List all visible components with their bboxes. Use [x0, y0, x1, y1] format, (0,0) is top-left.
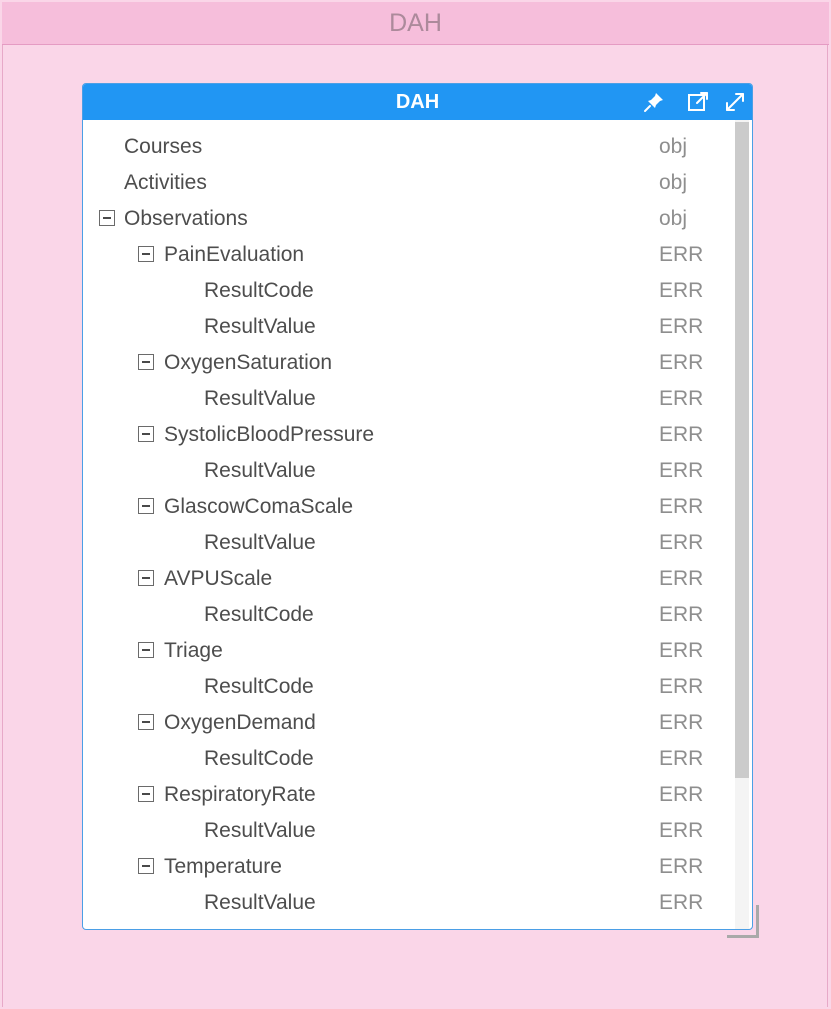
- collapse-icon[interactable]: [138, 714, 154, 730]
- collapse-icon[interactable]: [138, 858, 154, 874]
- tree-value: ERR: [659, 639, 704, 662]
- tree-row-result-value[interactable]: ResultValue ERR: [83, 453, 733, 489]
- tree-label: AVPUScale: [164, 567, 273, 590]
- tree-row-respiratory-rate[interactable]: RespiratoryRate ERR: [83, 777, 733, 813]
- tree-value: ERR: [659, 747, 704, 770]
- panel-header[interactable]: DAH: [83, 84, 752, 120]
- tree-row-result-value[interactable]: ResultValue ERR: [83, 309, 733, 345]
- tree-row-result-value[interactable]: ResultValue ERR: [83, 381, 733, 417]
- tree-value: ERR: [659, 387, 704, 410]
- tree-value: ERR: [659, 891, 704, 914]
- tree-row-oxygen-saturation[interactable]: OxygenSaturation ERR: [83, 345, 733, 381]
- tree-label: Activities: [124, 171, 207, 194]
- tree-row-pain-evaluation[interactable]: PainEvaluation ERR: [83, 237, 733, 273]
- tree-value: ERR: [659, 855, 704, 878]
- tree-label: ResultCode: [204, 603, 314, 626]
- collapse-icon[interactable]: [138, 246, 154, 262]
- tree-row-result-code[interactable]: ResultCode ERR: [83, 273, 733, 309]
- tree-row-result-value[interactable]: ResultValue ERR: [83, 525, 733, 561]
- tree-value: ERR: [659, 243, 704, 266]
- tree-value: ERR: [659, 783, 704, 806]
- tree-value: ERR: [659, 495, 704, 518]
- tree-row-observations[interactable]: Observations obj: [83, 201, 733, 237]
- tree-label: ResultValue: [204, 459, 316, 482]
- dah-panel: DAH Courses obj Activities obj Observati…: [82, 83, 753, 930]
- tree-label: ResultValue: [204, 891, 316, 914]
- tree-value: ERR: [659, 675, 704, 698]
- collapse-icon[interactable]: [138, 786, 154, 802]
- tree-value: ERR: [659, 315, 704, 338]
- collapse-icon[interactable]: [138, 426, 154, 442]
- outer-title-bar: DAH: [2, 2, 829, 45]
- object-tree: Courses obj Activities obj Observations …: [83, 129, 733, 921]
- tree-label: PainEvaluation: [164, 243, 305, 266]
- tree-row-result-code[interactable]: ResultCode ERR: [83, 669, 733, 705]
- tree-value: ERR: [659, 603, 704, 626]
- tree-value: ERR: [659, 351, 704, 374]
- tree-row-triage[interactable]: Triage ERR: [83, 633, 733, 669]
- tree-value: obj: [659, 171, 688, 194]
- tree-label: ResultCode: [204, 279, 314, 302]
- tree-label: SystolicBloodPressure: [164, 423, 375, 446]
- popout-icon[interactable]: [686, 90, 710, 114]
- tree-row-activities[interactable]: Activities obj: [83, 165, 733, 201]
- tree-row-result-value[interactable]: ResultValue ERR: [83, 885, 733, 921]
- tree-value: obj: [659, 135, 688, 158]
- pin-icon[interactable]: [642, 90, 666, 114]
- tree-value: ERR: [659, 279, 704, 302]
- tree-row-systolic-blood-pressure[interactable]: SystolicBloodPressure ERR: [83, 417, 733, 453]
- tree-value: ERR: [659, 459, 704, 482]
- tree-value: ERR: [659, 711, 704, 734]
- collapse-icon[interactable]: [138, 570, 154, 586]
- tree-label: RespiratoryRate: [164, 783, 316, 806]
- tree-label: OxygenDemand: [164, 711, 316, 734]
- resize-handle[interactable]: [727, 905, 761, 939]
- scrollbar-thumb[interactable]: [735, 122, 749, 778]
- tree-row-glascow-coma-scale[interactable]: GlascowComaScale ERR: [83, 489, 733, 525]
- tree-row-avpu-scale[interactable]: AVPUScale ERR: [83, 561, 733, 597]
- tree-label: OxygenSaturation: [164, 351, 333, 374]
- tree-label: ResultValue: [204, 315, 316, 338]
- tree-row-courses[interactable]: Courses obj: [83, 129, 733, 165]
- tree-value: ERR: [659, 567, 704, 590]
- tree-row-result-code[interactable]: ResultCode ERR: [83, 741, 733, 777]
- tree-row-oxygen-demand[interactable]: OxygenDemand ERR: [83, 705, 733, 741]
- expand-icon[interactable]: [723, 90, 747, 114]
- tree-label: GlascowComaScale: [164, 495, 354, 518]
- tree-label: Triage: [164, 639, 223, 662]
- tree-row-temperature[interactable]: Temperature ERR: [83, 849, 733, 885]
- tree-row-result-code[interactable]: ResultCode ERR: [83, 597, 733, 633]
- tree-row-result-value[interactable]: ResultValue ERR: [83, 813, 733, 849]
- collapse-icon[interactable]: [138, 498, 154, 514]
- tree-label: ResultValue: [204, 387, 316, 410]
- tree-value: ERR: [659, 423, 704, 446]
- collapse-icon[interactable]: [138, 354, 154, 370]
- tree-value: ERR: [659, 531, 704, 554]
- tree-label: ResultCode: [204, 747, 314, 770]
- tree-value: obj: [659, 207, 688, 230]
- tree-label: ResultCode: [204, 675, 314, 698]
- collapse-icon[interactable]: [138, 642, 154, 658]
- collapse-icon[interactable]: [99, 210, 115, 226]
- tree-value: ERR: [659, 819, 704, 842]
- tree-label: Courses: [124, 135, 203, 158]
- tree-label: ResultValue: [204, 819, 316, 842]
- tree-label: ResultValue: [204, 531, 316, 554]
- tree-label: Temperature: [164, 855, 282, 878]
- tree-label: Observations: [124, 207, 248, 230]
